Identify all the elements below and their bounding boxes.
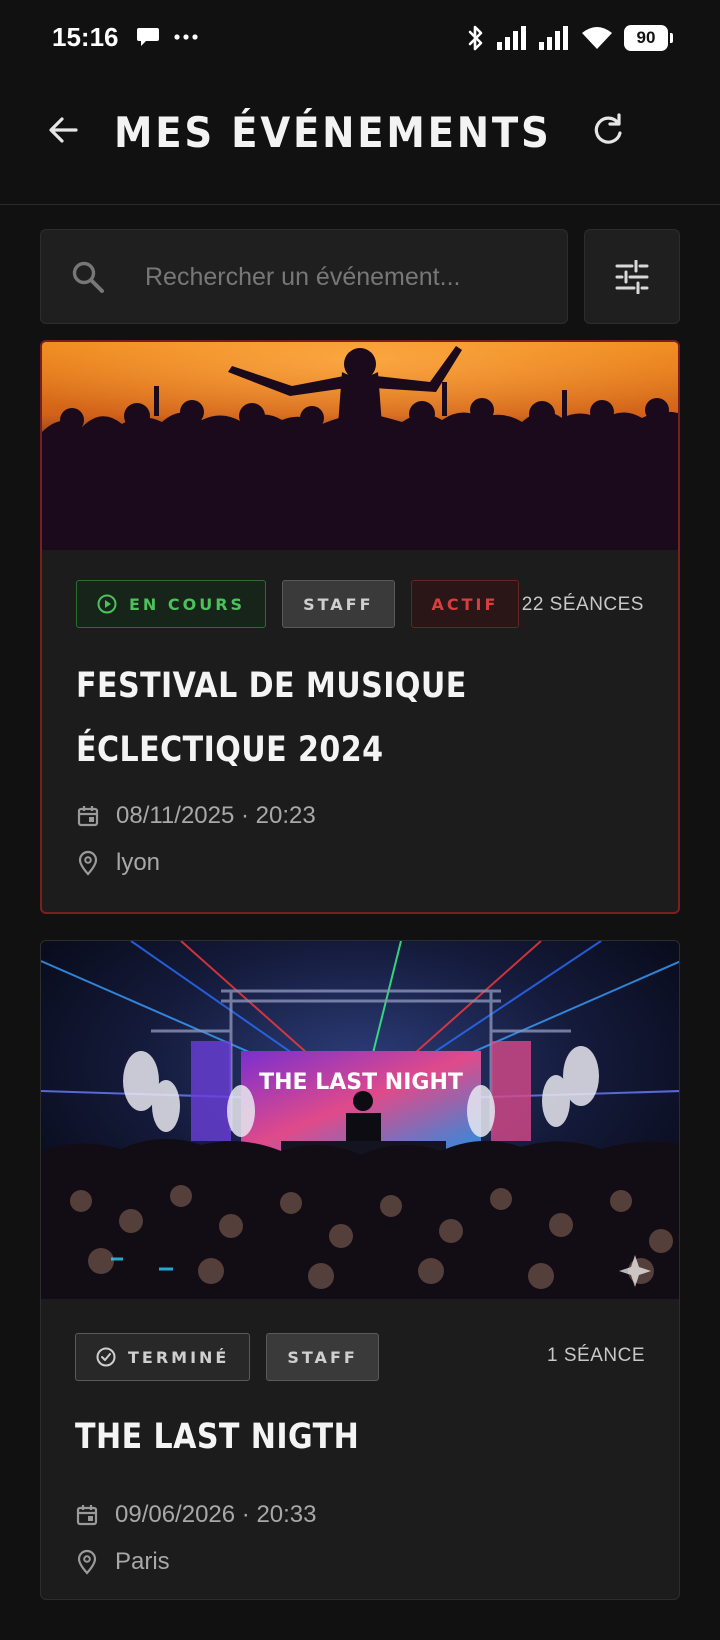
wifi-icon bbox=[582, 27, 612, 49]
bluetooth-icon bbox=[468, 25, 483, 51]
signal-icon-2 bbox=[539, 26, 568, 50]
page-title: MES ÉVÉNEMENTS bbox=[114, 108, 552, 157]
state-badge-active: ACTIF bbox=[410, 580, 520, 628]
check-circle-icon bbox=[96, 1347, 116, 1367]
search-box[interactable] bbox=[40, 229, 568, 324]
status-badge-in-progress: EN COURS bbox=[76, 580, 267, 628]
battery-indicator: 90 bbox=[624, 25, 673, 51]
status-system-icons: 90 bbox=[466, 24, 673, 52]
play-circle-icon bbox=[97, 594, 117, 614]
status-badge-finished: TERMINÉ bbox=[75, 1333, 251, 1381]
role-badge-staff: STAFF bbox=[266, 1333, 379, 1381]
chat-bubble-icon bbox=[137, 28, 159, 46]
refresh-button[interactable] bbox=[588, 110, 628, 150]
event-location-row: lyon bbox=[76, 849, 160, 877]
event-location: lyon bbox=[116, 849, 161, 876]
status-badge-label: EN COURS bbox=[129, 594, 246, 614]
event-date: 09/06/2026 · 20:33 bbox=[115, 1501, 317, 1528]
location-pin-icon bbox=[78, 850, 98, 876]
event-image-dj-stage: THE LAST NIGHT bbox=[41, 941, 679, 1299]
arrow-left-icon bbox=[49, 117, 78, 143]
location-pin-icon bbox=[77, 1549, 97, 1575]
calendar-icon bbox=[77, 806, 99, 827]
status-bar: 15:16 90 bbox=[0, 0, 720, 80]
signal-icon bbox=[497, 26, 526, 50]
event-title: FESTIVAL DE MUSIQUE ÉCLECTIQUE 2024 bbox=[76, 666, 467, 770]
app-header: MES ÉVÉNEMENTS bbox=[0, 80, 720, 205]
event-date-row: 09/06/2026 · 20:33 bbox=[75, 1501, 317, 1529]
role-badge-staff: STAFF bbox=[282, 580, 395, 628]
event-card-festival[interactable]: EN COURS STAFF ACTIF 22 SÉANCES FESTIVAL… bbox=[40, 340, 680, 914]
event-badges: EN COURS STAFF ACTIF bbox=[76, 580, 520, 628]
refresh-icon bbox=[594, 113, 622, 144]
back-button[interactable] bbox=[44, 110, 84, 150]
event-location: Paris bbox=[115, 1548, 170, 1575]
filter-button[interactable] bbox=[584, 229, 680, 324]
event-badges: TERMINÉ STAFF bbox=[75, 1333, 379, 1381]
calendar-icon bbox=[76, 1505, 98, 1526]
event-location-row: Paris bbox=[75, 1548, 170, 1576]
session-count: 1 SÉANCE bbox=[547, 1345, 645, 1366]
event-date-row: 08/11/2025 · 20:23 bbox=[76, 802, 316, 830]
event-date: 08/11/2025 · 20:23 bbox=[116, 802, 316, 829]
session-count: 22 SÉANCES bbox=[521, 594, 644, 615]
event-card-last-night[interactable]: THE LAST NIGHT TERMINÉ STAFF 1 SÉANCE TH… bbox=[40, 940, 680, 1600]
search-input[interactable] bbox=[145, 252, 545, 302]
status-badge-label: TERMINÉ bbox=[128, 1347, 230, 1367]
event-image-concert-crowd bbox=[42, 342, 678, 550]
search-icon bbox=[72, 261, 104, 293]
status-notification-icons bbox=[136, 26, 198, 48]
tune-icon bbox=[615, 259, 649, 294]
event-title: THE LAST NIGTH bbox=[75, 1417, 360, 1457]
more-dots-icon bbox=[174, 34, 198, 40]
status-time: 15:16 bbox=[52, 22, 119, 52]
